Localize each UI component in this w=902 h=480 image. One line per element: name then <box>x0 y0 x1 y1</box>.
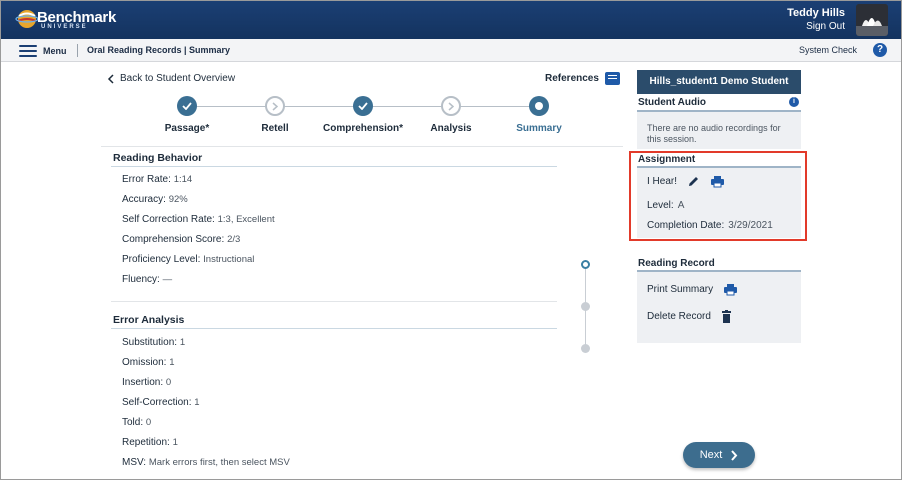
hamburger-icon <box>19 44 37 57</box>
avatar[interactable] <box>856 4 888 36</box>
step-label: Comprehension* <box>322 123 403 134</box>
omission-field: Omission: 1 <box>122 357 175 368</box>
section-divider <box>111 328 557 329</box>
scroller-dot-error-analysis[interactable] <box>581 302 590 311</box>
logo-subtext: UNIVERSE <box>41 24 88 30</box>
chevron-right-icon <box>731 449 738 461</box>
top-header: Benchmark UNIVERSE Teddy Hills Sign Out <box>1 1 901 39</box>
assignment-highlight-box <box>629 151 807 241</box>
next-button[interactable]: Next <box>683 442 755 468</box>
sign-out-link[interactable]: Sign Out <box>787 21 845 32</box>
references-icon <box>604 72 620 85</box>
trash-icon <box>721 310 731 323</box>
check-icon <box>177 96 197 116</box>
section-divider <box>111 166 557 167</box>
step-comprehension[interactable]: Comprehension* <box>318 96 408 134</box>
back-label: Back to Student Overview <box>120 73 236 84</box>
step-label: Summary <box>516 123 562 134</box>
divider <box>101 146 623 147</box>
proficiency-level-field: Proficiency Level: Instructional <box>122 254 255 265</box>
benchmark-logo[interactable]: Benchmark UNIVERSE <box>15 7 116 33</box>
step-label: Passage* <box>164 123 210 134</box>
logo-globe-icon <box>15 10 39 28</box>
sub-navigation: Menu Oral Reading Records | Summary Syst… <box>1 39 901 62</box>
step-analysis[interactable]: Analysis <box>406 96 496 134</box>
breadcrumb: Oral Reading Records | Summary <box>87 45 231 55</box>
menu-button[interactable]: Menu <box>19 43 67 58</box>
error-rate-field: Error Rate: 1:14 <box>122 174 193 185</box>
menu-label: Menu <box>43 45 67 56</box>
references-label: References <box>545 73 599 84</box>
divider <box>111 301 557 302</box>
repetition-field: Repetition: 1 <box>122 437 178 448</box>
back-to-student-overview-link[interactable]: Back to Student Overview <box>107 73 235 84</box>
divider <box>77 44 78 57</box>
user-info: Teddy Hills Sign Out <box>787 7 845 32</box>
scroller-dot-end[interactable] <box>581 344 590 353</box>
msv-field: MSV: Mark errors first, then select MSV <box>122 457 290 468</box>
info-icon[interactable]: i <box>789 97 799 107</box>
app-frame: Benchmark UNIVERSE Teddy Hills Sign Out … <box>0 0 902 480</box>
print-summary-button[interactable]: Print Summary <box>647 283 738 296</box>
insertion-field: Insertion: 0 <box>122 377 172 388</box>
self-correction-field: Self-Correction: 1 <box>122 397 200 408</box>
step-passage[interactable]: Passage* <box>142 96 232 134</box>
delete-record-button[interactable]: Delete Record <box>647 310 732 323</box>
step-summary[interactable]: Summary <box>494 96 584 134</box>
next-label: Next <box>699 449 723 461</box>
self-correction-rate-field: Self Correction Rate: 1:3, Excellent <box>122 214 275 225</box>
error-analysis-heading: Error Analysis <box>113 314 185 326</box>
chevron-right-icon <box>265 96 285 116</box>
progress-stepper: Passage* Retell Comprehension* Analysis … <box>151 96 581 136</box>
printer-icon <box>724 284 738 296</box>
chevron-right-icon <box>441 96 461 116</box>
substitution-field: Substitution: 1 <box>122 337 186 348</box>
comprehension-score-field: Comprehension Score: 2/3 <box>122 234 241 245</box>
no-audio-message: There are no audio recordings for this s… <box>647 123 781 144</box>
references-button[interactable]: References <box>545 72 620 85</box>
help-icon[interactable]: ? <box>873 43 887 57</box>
chevron-left-icon <box>107 73 114 84</box>
system-check-link[interactable]: System Check <box>799 45 857 55</box>
reading-behavior-heading: Reading Behavior <box>113 152 203 164</box>
step-label: Retell <box>261 123 289 134</box>
step-label: Analysis <box>430 123 472 134</box>
told-field: Told: 0 <box>122 417 152 428</box>
check-icon <box>353 96 373 116</box>
fluency-field: Fluency: — <box>122 274 173 285</box>
scroller-dot-reading-behavior[interactable] <box>581 260 590 269</box>
step-retell[interactable]: Retell <box>230 96 320 134</box>
opera-house-avatar-icon <box>856 4 888 36</box>
accuracy-field: Accuracy: 92% <box>122 194 188 205</box>
current-step-icon <box>529 96 549 116</box>
student-name-header: Hills_student1 Demo Student <box>637 70 801 94</box>
reading-record-heading: Reading Record <box>638 258 715 269</box>
user-name: Teddy Hills <box>787 7 845 19</box>
student-audio-heading: Student Audio <box>638 97 706 108</box>
